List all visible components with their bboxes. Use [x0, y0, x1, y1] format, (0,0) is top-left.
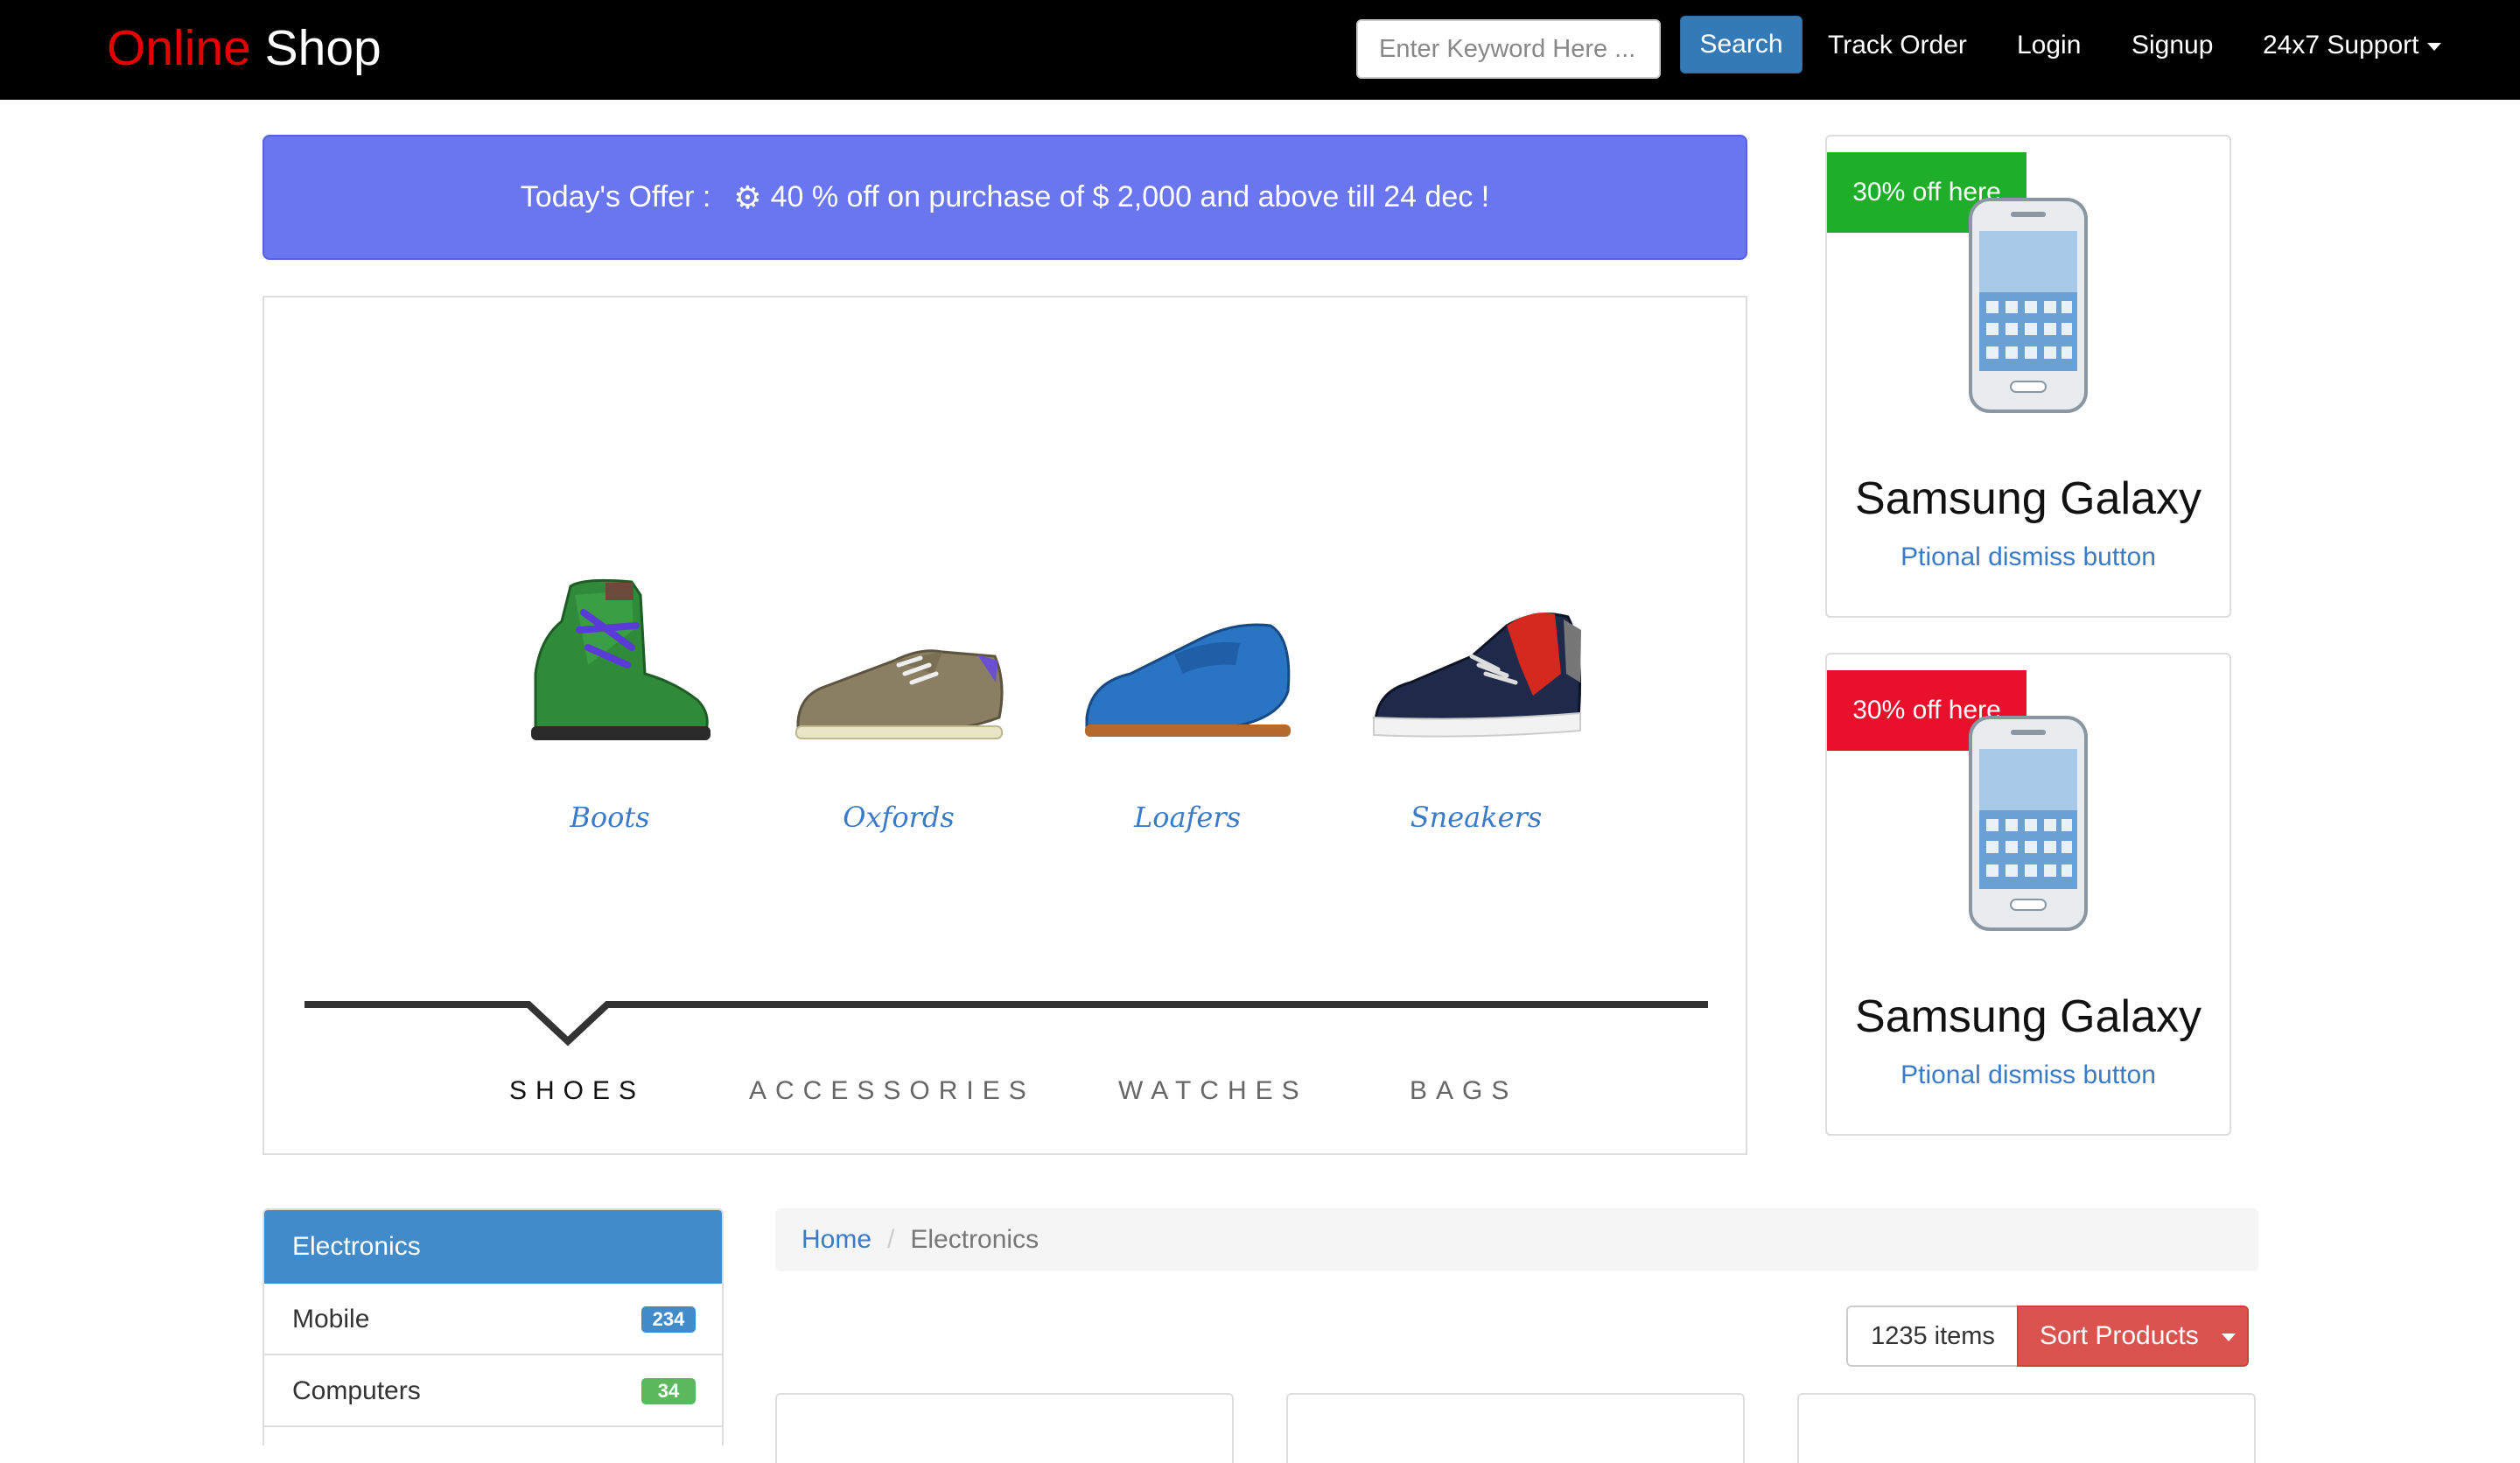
- product-label: Sneakers: [1410, 801, 1543, 834]
- count-badge: 234: [641, 1306, 696, 1333]
- oxfords-image: [795, 649, 1004, 739]
- chevron-down-icon: [2427, 42, 2442, 51]
- tab-accessories[interactable]: ACCESSORIES: [749, 1076, 1035, 1106]
- product-label: Loafers: [1133, 801, 1242, 834]
- boots-image: [531, 578, 710, 740]
- category-carousel: Boots Oxfords Loafers Sneakers SHOES ACC…: [262, 296, 1747, 1155]
- tab-bags[interactable]: BAGS: [1410, 1076, 1517, 1106]
- phone-image: [1969, 198, 2088, 413]
- carousel-item-loafers[interactable]: Loafers: [1078, 542, 1297, 834]
- promo-title: Samsung Galaxy: [1855, 473, 2202, 524]
- category-label: Computers: [292, 1376, 421, 1405]
- brand-accent: Online: [107, 20, 251, 76]
- promo-card: 30% off here Samsung Galaxy Ptional dism…: [1825, 135, 2231, 618]
- nav-signup[interactable]: Signup: [2132, 24, 2213, 66]
- offer-text: 40 % off on purchase of $ 2,000 and abov…: [770, 180, 1490, 214]
- dismiss-link[interactable]: Ptional dismiss button: [1827, 1060, 2230, 1090]
- carousel-item-sneakers[interactable]: Sneakers: [1367, 542, 1586, 834]
- offer-banner: Today's Offer : ⚙ 40 % off on purchase o…: [262, 135, 1747, 260]
- nav-support-dropdown[interactable]: 24x7 Support: [2263, 24, 2442, 66]
- search-button[interactable]: Search: [1680, 16, 1802, 74]
- breadcrumb-home[interactable]: Home: [802, 1225, 872, 1254]
- nav-support-label: 24x7 Support: [2263, 31, 2419, 60]
- tab-watches[interactable]: WATCHES: [1118, 1076, 1308, 1106]
- nav-login[interactable]: Login: [2017, 24, 2081, 66]
- search-input[interactable]: [1356, 19, 1661, 79]
- brand-logo[interactable]: Online Shop: [107, 18, 382, 79]
- category-item-mobile[interactable]: Mobile 234: [264, 1284, 722, 1355]
- product-label: Boots: [570, 801, 650, 834]
- promo-card: 30% off here Samsung Galaxy Ptional dism…: [1825, 653, 2231, 1136]
- carousel-item-oxfords[interactable]: Oxfords: [789, 542, 1008, 834]
- chevron-down-icon: [2221, 1333, 2236, 1341]
- items-count: 1235 items: [1846, 1306, 2018, 1367]
- brand-rest: Shop: [250, 20, 382, 76]
- tab-shoes[interactable]: SHOES: [509, 1076, 645, 1106]
- breadcrumb-current: Electronics: [910, 1225, 1040, 1254]
- category-label: Mobile: [292, 1305, 370, 1334]
- category-list: Electronics Mobile 234 Computers 34: [262, 1208, 724, 1446]
- nav-track-order[interactable]: Track Order: [1828, 24, 1967, 66]
- product-card[interactable]: [1286, 1393, 1745, 1463]
- top-navbar: Online Shop Search Track Order Login Sig…: [0, 0, 2520, 100]
- count-badge: 34: [641, 1378, 696, 1404]
- product-card[interactable]: [1797, 1393, 2256, 1463]
- sort-label: Sort Products: [2040, 1321, 2199, 1350]
- carousel-item-boots[interactable]: Boots: [500, 542, 719, 834]
- category-item-computers[interactable]: Computers 34: [264, 1355, 722, 1427]
- promo-title: Samsung Galaxy: [1855, 991, 2202, 1042]
- offer-label: Today's Offer :: [520, 180, 711, 214]
- sneakers-image: [1373, 612, 1581, 738]
- breadcrumb-separator: /: [887, 1225, 895, 1254]
- gear-icon: ⚙: [733, 178, 762, 215]
- product-card[interactable]: [775, 1393, 1234, 1463]
- category-item-partial[interactable]: [264, 1427, 722, 1446]
- product-label: Oxfords: [843, 801, 955, 834]
- breadcrumb: Home / Electronics: [775, 1208, 2258, 1271]
- carousel-indicator-line: [304, 1001, 1708, 1046]
- category-header[interactable]: Electronics: [264, 1210, 722, 1284]
- dismiss-link[interactable]: Ptional dismiss button: [1827, 542, 2230, 572]
- loafers-image: [1085, 623, 1291, 737]
- phone-image: [1969, 716, 2088, 931]
- sort-products-button[interactable]: Sort Products: [2017, 1306, 2249, 1367]
